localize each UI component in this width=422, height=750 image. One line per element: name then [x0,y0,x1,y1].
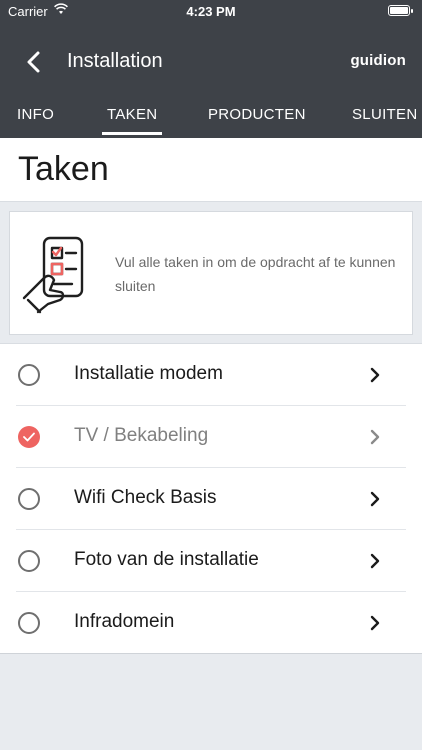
page-title: Taken [18,150,109,188]
chevron-right-icon [370,491,380,507]
battery-icon [388,5,413,16]
chevron-right-icon [370,615,380,631]
task-list: Installatie modem TV / Bekabeling Wifi C… [0,343,422,654]
chevron-right-icon [370,429,380,445]
radio-unchecked-icon[interactable] [18,364,40,386]
task-label: Installatie modem [74,363,223,384]
tab-bar: INFO TAKEN PRODUCTEN SLUITEN [0,96,422,138]
radio-unchecked-icon[interactable] [18,550,40,572]
task-row-tv-bekabeling[interactable]: TV / Bekabeling [0,406,422,468]
tab-info[interactable]: INFO [17,106,54,123]
tab-producten[interactable]: PRODUCTEN [208,106,306,123]
checkmark-icon[interactable] [18,426,40,448]
clock: 4:23 PM [186,4,236,19]
task-row-installatie-modem[interactable]: Installatie modem [0,344,422,406]
radio-unchecked-icon[interactable] [18,488,40,510]
tab-sluiten[interactable]: SLUITEN [352,106,417,123]
task-label: Foto van de installatie [74,549,259,570]
task-row-infradomein[interactable]: Infradomein [0,592,422,654]
brand-logo: guidion [350,52,406,69]
task-label: TV / Bekabeling [74,425,209,446]
tab-taken[interactable]: TAKEN [101,106,163,135]
info-card: Vul alle taken in om de opdracht af te k… [9,211,413,335]
info-message: Vul alle taken in om de opdracht af te k… [115,254,396,294]
app-header: Carrier 4:23 PM Installation guidion INF… [0,0,422,138]
page-title-bar: Taken [0,138,422,202]
back-arrow-icon[interactable] [20,48,48,76]
phone-checklist-icon [22,236,84,314]
status-bar: Carrier 4:23 PM [0,0,422,22]
task-label: Infradomein [74,611,175,632]
chevron-right-icon [370,367,380,383]
task-label: Wifi Check Basis [74,487,217,508]
task-row-foto-installatie[interactable]: Foto van de installatie [0,530,422,592]
radio-unchecked-icon[interactable] [18,612,40,634]
chevron-right-icon [370,553,380,569]
task-row-wifi-check[interactable]: Wifi Check Basis [0,468,422,530]
screen-title: Installation [67,50,163,72]
